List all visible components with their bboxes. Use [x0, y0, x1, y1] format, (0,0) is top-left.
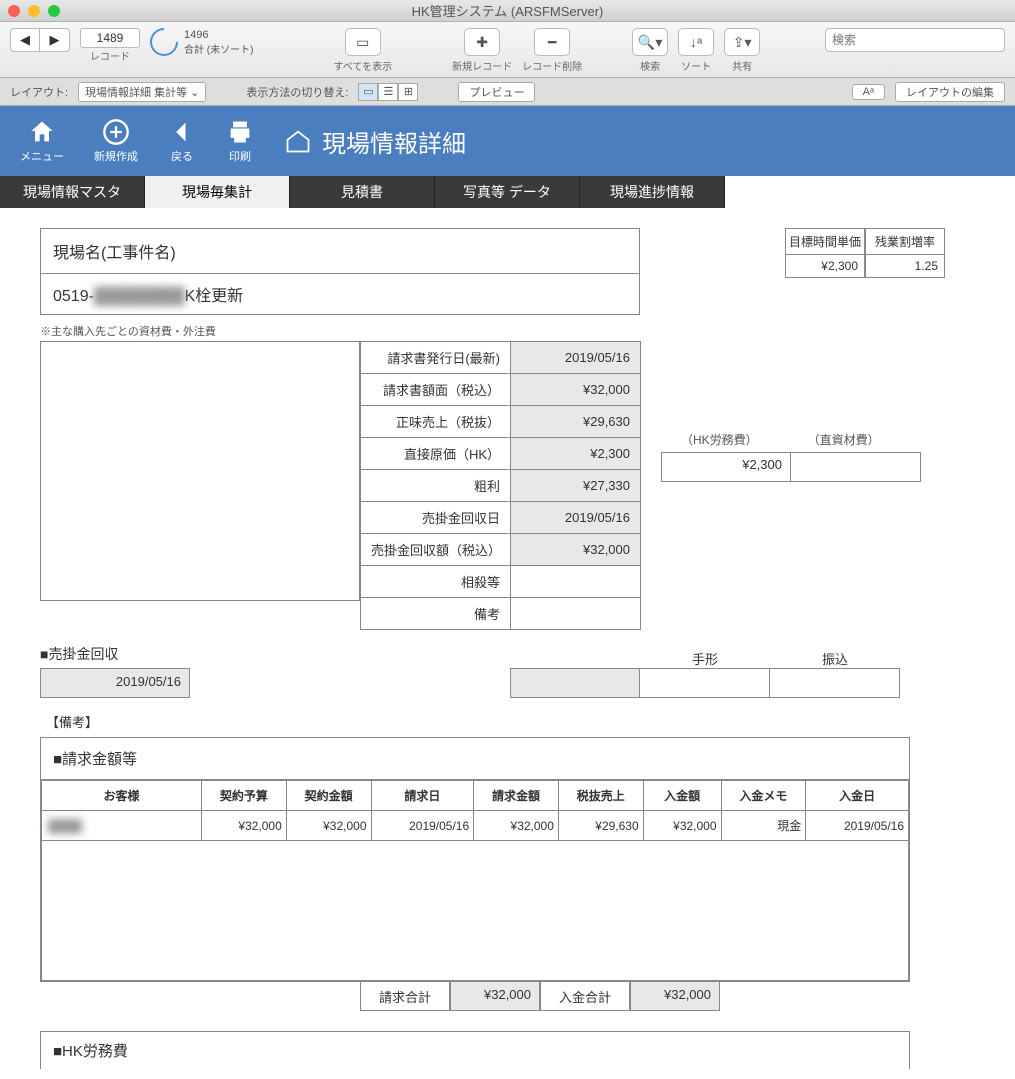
search-input[interactable]: [825, 28, 1005, 52]
menu-button[interactable]: メニュー: [20, 118, 64, 164]
hk-labor-section-title: ■HK労務費: [40, 1031, 910, 1069]
remarks-heading: 【備考】: [46, 712, 985, 731]
window-titlebar: HK管理システム (ARSFMServer): [0, 0, 1015, 22]
offset-value[interactable]: [511, 566, 641, 598]
ar-date: 2019/05/16: [511, 502, 641, 534]
tab-photos[interactable]: 写真等 データ: [435, 176, 580, 208]
billing-section: ■請求金額等 お客様 契約予算 契約金額 請求日 請求金額 税抜売上 入金額 入…: [40, 737, 910, 982]
new-button[interactable]: 新規作成: [94, 118, 138, 164]
preview-button[interactable]: プレビュー: [458, 82, 535, 102]
purchase-note: ※主な購入先ごとの資材費・外注費: [40, 323, 985, 339]
show-all-button[interactable]: ▭: [345, 28, 381, 56]
billing-title: ■請求金額等: [41, 738, 909, 780]
edit-layout-button[interactable]: レイアウトの編集: [895, 82, 1005, 102]
record-sort-status: 合計 (未ソート): [184, 41, 253, 56]
window-title: HK管理システム (ARSFMServer): [0, 1, 1015, 20]
net-sales: ¥29,630: [511, 406, 641, 438]
ar-blank-cell: [510, 668, 640, 698]
site-name-label: 現場名(工事件名): [41, 229, 639, 274]
record-number-input[interactable]: 1489: [80, 28, 140, 48]
record-label: レコード: [90, 48, 130, 63]
view-list-button[interactable]: ☰: [378, 83, 398, 101]
print-button[interactable]: 印刷: [226, 118, 254, 164]
remarks-value[interactable]: [511, 598, 641, 630]
record-total: 1496: [184, 29, 253, 41]
ar-collection-date: 2019/05/16: [40, 668, 190, 698]
purchase-list-box: [40, 341, 360, 601]
bill-note-value[interactable]: [640, 668, 770, 698]
transfer-header: 振込: [770, 649, 900, 668]
bill-total-label: 請求合計: [360, 981, 450, 1011]
direct-material-label: （直資材費）: [808, 431, 880, 448]
invoice-date: 2019/05/16: [511, 342, 641, 374]
tab-master[interactable]: 現場情報マスタ: [0, 176, 145, 208]
summary-table: 請求書発行日(最新)2019/05/16 請求書額面（税込）¥32,000 正味…: [360, 341, 641, 630]
site-name-value: 0519-████████K栓更新: [41, 274, 639, 314]
hk-labor-label: （HK労務費）: [681, 431, 758, 448]
target-rate-value: ¥2,300: [786, 255, 864, 277]
share-button[interactable]: ⇪▾: [724, 28, 760, 56]
direct-material-value: [791, 452, 921, 482]
tab-progress[interactable]: 現場進捗情報: [580, 176, 725, 208]
hk-labor-value: ¥2,300: [661, 452, 791, 482]
bill-total-value: ¥32,000: [450, 981, 540, 1011]
record-pie-icon[interactable]: [144, 22, 184, 62]
overtime-rate-label: 残業割増率: [866, 229, 944, 255]
transfer-value[interactable]: [770, 668, 900, 698]
layout-label: レイアウト:: [10, 84, 68, 100]
ar-section-title: ■売掛金回収: [40, 644, 510, 664]
prev-record-button[interactable]: ◀: [10, 28, 40, 52]
page-header: メニュー 新規作成 戻る 印刷 現場情報詳細: [0, 106, 1015, 176]
delete-record-button[interactable]: ━: [534, 28, 570, 56]
tab-summary[interactable]: 現場毎集計: [145, 176, 290, 208]
layout-selector[interactable]: 現場情報詳細 集計等 ⌄: [78, 82, 206, 102]
tab-estimate[interactable]: 見積書: [290, 176, 435, 208]
tab-bar: 現場情報マスタ 現場毎集計 見積書 写真等 データ 現場進捗情報: [0, 176, 1015, 208]
back-button[interactable]: 戻る: [168, 118, 196, 164]
billing-row[interactable]: ████ ¥32,000 ¥32,000 2019/05/16 ¥32,000 …: [42, 811, 909, 841]
view-form-button[interactable]: ▭: [358, 83, 378, 101]
toolbar: ◀ ▶ 1489 レコード 1496 合計 (未ソート) ▭すべてを表示 ✚新規…: [0, 22, 1015, 78]
layout-bar: レイアウト: 現場情報詳細 集計等 ⌄ 表示方法の切り替え: ▭ ☰ ⊞ プレビ…: [0, 78, 1015, 106]
new-record-button[interactable]: ✚: [464, 28, 500, 56]
paid-total-label: 入金合計: [540, 981, 630, 1011]
rate-box: 目標時間単価¥2,300 残業割増率1.25: [785, 228, 945, 278]
gross-profit: ¥27,330: [511, 470, 641, 502]
next-record-button[interactable]: ▶: [40, 28, 70, 52]
sort-button[interactable]: ↓ᵃ: [678, 28, 714, 56]
page-title: 現場情報詳細: [284, 124, 466, 159]
font-size-button[interactable]: Aᵃ: [852, 84, 885, 100]
paid-total-value: ¥32,000: [630, 981, 720, 1011]
bill-note-header: 手形: [640, 649, 770, 668]
billing-empty-area: [42, 841, 909, 981]
ar-amount: ¥32,000: [511, 534, 641, 566]
target-rate-label: 目標時間単価: [786, 229, 864, 255]
invoice-amount: ¥32,000: [511, 374, 641, 406]
overtime-rate-value: 1.25: [866, 255, 944, 277]
content-area: 現場名(工事件名) 0519-████████K栓更新 目標時間単価¥2,300…: [0, 208, 1015, 1079]
site-name-box: 現場名(工事件名) 0519-████████K栓更新: [40, 228, 640, 315]
view-table-button[interactable]: ⊞: [398, 83, 418, 101]
direct-cost: ¥2,300: [511, 438, 641, 470]
view-switch-label: 表示方法の切り替え:: [246, 84, 348, 100]
search-button[interactable]: 🔍▾: [632, 28, 668, 56]
